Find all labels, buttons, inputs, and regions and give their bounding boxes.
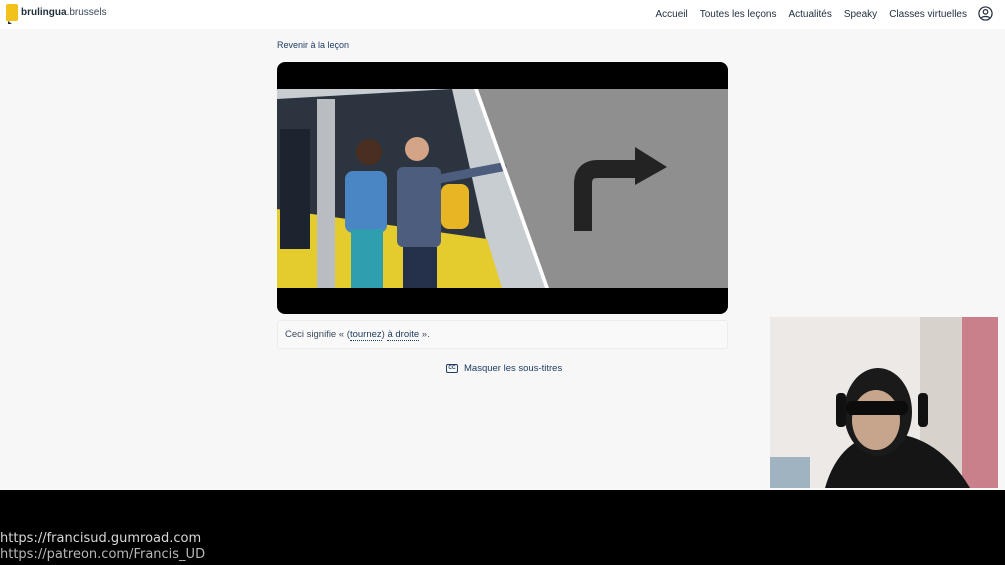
webcam-feed xyxy=(770,317,998,488)
lesson-video-player[interactable] xyxy=(277,62,728,314)
nav-item-classes-virtuelles[interactable]: Classes virtuelles xyxy=(889,9,967,20)
video-frame xyxy=(277,89,728,288)
video-illustration xyxy=(277,89,728,288)
brulingua-logo[interactable]: brulingua.brussels xyxy=(6,4,107,24)
logo-domain: .brussels xyxy=(66,7,107,18)
video-footer-bar: https://francisud.gumroad.com https://pa… xyxy=(0,490,1005,565)
subtitle-caption: Ceci signifie « ( tournez ) à droite ». xyxy=(277,320,728,349)
patreon-link[interactable]: https://patreon.com/Francis_UD xyxy=(0,547,205,562)
nav-item-speaky[interactable]: Speaky xyxy=(844,9,877,20)
main-nav: Accueil Toutes les leçons Actualités Spe… xyxy=(656,0,968,29)
nav-item-actualites[interactable]: Actualités xyxy=(788,9,831,20)
hide-subtitles-label: Masquer les sous-titres xyxy=(464,363,563,374)
closed-captions-icon: CC xyxy=(446,364,458,373)
nav-item-accueil[interactable]: Accueil xyxy=(656,9,688,20)
nav-item-toutes-les-lecons[interactable]: Toutes les leçons xyxy=(700,9,777,20)
caption-suffix: ». xyxy=(419,329,430,340)
webcam-overlay xyxy=(770,317,998,488)
caption-prefix: Ceci signifie « ( xyxy=(285,329,350,340)
caption-word-a-droite[interactable]: à droite xyxy=(387,329,420,341)
caption-word-tournez[interactable]: tournez xyxy=(349,329,382,341)
hide-subtitles-button[interactable]: CC Masquer les sous-titres xyxy=(446,363,562,374)
logo-text: brulingua.brussels xyxy=(21,7,107,18)
gumroad-link[interactable]: https://francisud.gumroad.com xyxy=(0,531,201,546)
logo-brand: brulingua xyxy=(21,7,67,18)
user-circle-icon[interactable] xyxy=(978,6,993,21)
back-to-lesson-link[interactable]: Revenir à la leçon xyxy=(277,40,349,50)
logo-mark-icon xyxy=(6,4,18,24)
top-navigation-bar: brulingua.brussels Accueil Toutes les le… xyxy=(0,0,1005,29)
